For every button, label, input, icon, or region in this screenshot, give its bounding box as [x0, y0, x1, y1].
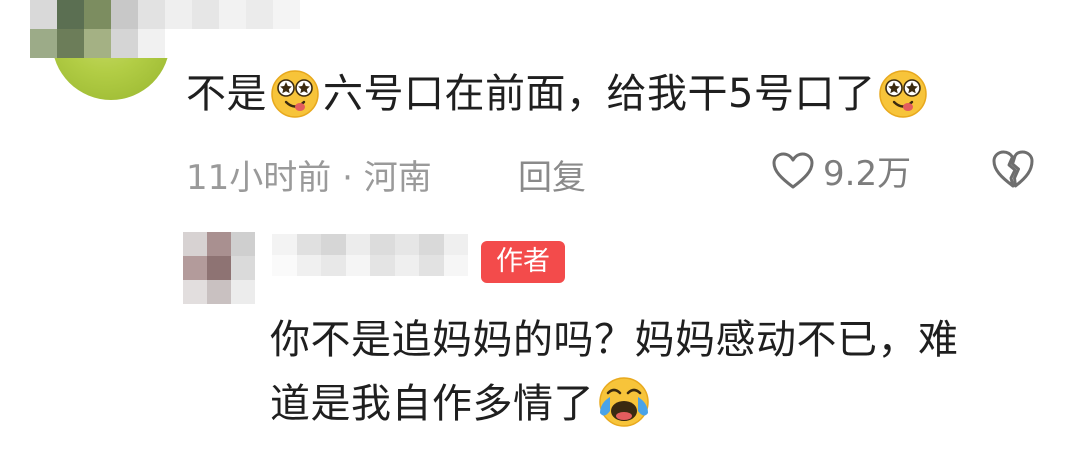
- comment-time: 11小时前: [186, 158, 332, 198]
- reply-text: 你不是追妈妈的吗？妈妈感动不已，难 道是我自作多情了: [270, 308, 1060, 436]
- comment-meta-row: 11小时前 · 河南 回复 9.2万: [186, 146, 1046, 198]
- star-eyes-emoji-icon: [879, 70, 928, 118]
- reply-text-line-2: 道是我自作多情了: [270, 381, 594, 427]
- dislike-button[interactable]: [990, 148, 1036, 199]
- time-location: 11小时前 · 河南: [186, 150, 432, 199]
- meta-separator: ·: [342, 158, 353, 198]
- broken-heart-icon: [992, 150, 1034, 188]
- like-count: 9.2万: [823, 154, 912, 194]
- commenter-name-blurred[interactable]: [30, 0, 300, 58]
- reply-text-line-2-wrap: 道是我自作多情了: [270, 372, 1060, 436]
- author-badge: 作者: [481, 241, 565, 283]
- comment-text-main: 六号口在前面，给我干5号口了: [323, 71, 876, 117]
- reply-author-avatar-blurred[interactable]: [183, 232, 255, 304]
- laughing-tears-emoji-icon: [599, 377, 649, 427]
- like-button[interactable]: 9.2万: [771, 146, 911, 195]
- reply-button[interactable]: 回复: [518, 150, 586, 199]
- comment-text-start: 不是: [186, 71, 267, 117]
- comment-location: 河南: [363, 158, 432, 198]
- reply-text-line-1: 你不是追妈妈的吗？妈妈感动不已，难: [270, 317, 959, 363]
- reply-author-name-blurred[interactable]: [272, 234, 468, 276]
- comment-text: 不是 六号口在前面，给我干5号口了: [186, 66, 931, 122]
- heart-outline-icon: [772, 152, 814, 188]
- star-eyes-emoji-icon: [271, 70, 319, 118]
